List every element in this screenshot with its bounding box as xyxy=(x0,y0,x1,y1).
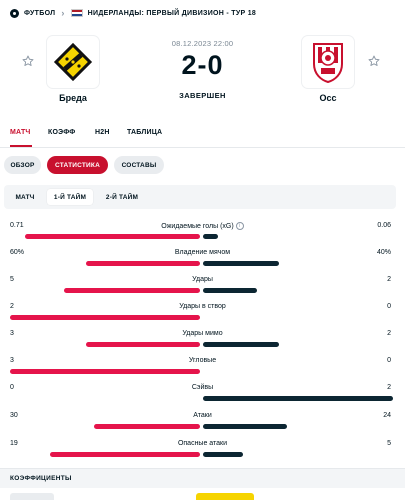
stat-home-bar xyxy=(94,424,200,429)
stat-name: Атаки xyxy=(193,412,212,419)
odds-title: КОЭФФИЦИЕНТЫ xyxy=(10,475,72,482)
stat-home-track xyxy=(10,288,200,293)
stat-name-text: Ожидаемые голы (xG) xyxy=(161,222,234,230)
breadcrumb-competition[interactable]: НИДЕРЛАНДЫ: ПЕРВЫЙ ДИВИЗИОН - ТУР 18 xyxy=(88,10,256,17)
stat-row: 3 Удары мимо 2 xyxy=(0,330,405,357)
stat-home-track xyxy=(10,369,200,374)
stat-away-track xyxy=(203,315,393,320)
odds-section-header: КОЭФФИЦИЕНТЫ xyxy=(0,468,405,488)
stat-away-track xyxy=(203,342,393,347)
period-tabs: МАТЧ 1-Й ТАЙМ 2-Й ТАЙМ xyxy=(4,185,396,209)
stat-home-bar xyxy=(24,234,200,239)
stat-away-value: 40% xyxy=(376,249,391,256)
stat-home-bar xyxy=(86,261,200,266)
stat-away-bar xyxy=(203,424,288,429)
breadcrumb-sport[interactable]: ФУТБОЛ xyxy=(24,10,55,17)
stat-away-track xyxy=(203,369,393,374)
odds-button[interactable] xyxy=(196,493,254,500)
stat-name: Опасные атаки xyxy=(177,440,228,447)
stat-home-bar xyxy=(64,288,200,293)
pill-summary[interactable]: ОБЗОР xyxy=(4,156,41,174)
stat-home-bar xyxy=(86,342,200,347)
tab-h2h[interactable]: H2H xyxy=(95,129,110,136)
pill-statistics[interactable]: СТАТИСТИКА xyxy=(47,156,108,174)
period-tab-match[interactable]: МАТЧ xyxy=(9,189,41,205)
football-icon xyxy=(10,8,19,18)
period-tab-first-half[interactable]: 1-Й ТАЙМ xyxy=(47,189,93,205)
stat-home-track xyxy=(10,234,200,239)
stat-name: Удары мимо xyxy=(182,330,223,337)
stat-away-value: 0 xyxy=(387,357,391,364)
stat-away-track xyxy=(203,288,393,293)
stat-home-track xyxy=(10,261,200,266)
stat-row: 0.71 Ожидаемые голы (xG) i 0.06 xyxy=(0,222,405,249)
stat-away-track xyxy=(203,234,393,239)
stat-away-value: 0.06 xyxy=(377,222,391,229)
stat-away-value: 2 xyxy=(387,384,391,391)
netherlands-flag-icon xyxy=(70,9,83,17)
match-score: 2-0 xyxy=(181,50,224,80)
stat-away-track xyxy=(203,396,393,401)
stat-row: 2 Удары в створ 0 xyxy=(0,303,405,330)
stat-row: 30 Атаки 24 xyxy=(0,412,405,439)
stat-row: 19 Опасные атаки 5 xyxy=(0,440,405,467)
pill-lineups[interactable]: СОСТАВЫ xyxy=(114,156,164,174)
period-tab-second-half[interactable]: 2-Й ТАЙМ xyxy=(99,189,145,205)
main-tabs: МАТЧ КОЭФФ H2H ТАБЛИЦА xyxy=(0,122,405,148)
stat-away-bar xyxy=(203,261,279,266)
stat-home-track xyxy=(10,315,200,320)
stat-away-track xyxy=(203,261,393,266)
tab-odds[interactable]: КОЭФФ xyxy=(48,129,75,136)
stat-home-track xyxy=(10,342,200,347)
stat-name: Сэйвы xyxy=(191,384,214,391)
breadcrumb-separator: › xyxy=(61,8,65,18)
stat-name: Владение мячом xyxy=(174,249,231,256)
stat-away-bar xyxy=(203,396,393,401)
active-tab-indicator xyxy=(10,145,32,147)
stat-away-track xyxy=(203,452,393,457)
info-icon[interactable]: i xyxy=(235,222,244,230)
stat-row: 3 Угловые 0 xyxy=(0,357,405,384)
stat-name: Удары в створ xyxy=(179,303,226,310)
stat-row: 5 Удары 2 xyxy=(0,276,405,303)
match-status: ЗАВЕРШЕН xyxy=(179,91,226,100)
stat-name: Удары xyxy=(192,276,213,283)
breadcrumb: ФУТБОЛ › НИДЕРЛАНДЫ: ПЕРВЫЙ ДИВИЗИОН - Т… xyxy=(10,6,256,20)
stat-home-track xyxy=(10,452,200,457)
stat-away-bar xyxy=(203,234,218,239)
stat-away-value: 2 xyxy=(387,276,391,283)
stat-home-bar xyxy=(49,452,200,457)
match-date: 08.12.2023 22:00 xyxy=(171,39,234,48)
stat-away-value: 2 xyxy=(387,330,391,337)
stat-away-bar xyxy=(203,288,258,293)
stat-away-bar xyxy=(203,342,279,347)
stat-away-value: 24 xyxy=(383,412,391,419)
tab-match[interactable]: МАТЧ xyxy=(10,129,31,136)
stat-home-bar xyxy=(10,369,200,374)
stat-row: 60% Владение мячом 40% xyxy=(0,249,405,276)
stat-away-bar xyxy=(203,452,243,457)
stat-away-value: 0 xyxy=(387,303,391,310)
stat-away-track xyxy=(203,424,393,429)
stat-name: Ожидаемые голы (xG) i xyxy=(0,222,405,230)
stat-name: Угловые xyxy=(188,357,217,364)
stat-home-track xyxy=(10,396,200,401)
stat-row: 0 Сэйвы 2 xyxy=(0,384,405,411)
stat-home-bar xyxy=(10,315,200,320)
tab-standings[interactable]: ТАБЛИЦА xyxy=(127,129,162,136)
stat-away-value: 5 xyxy=(387,440,391,447)
stat-home-track xyxy=(10,424,200,429)
odds-button[interactable] xyxy=(10,493,54,500)
